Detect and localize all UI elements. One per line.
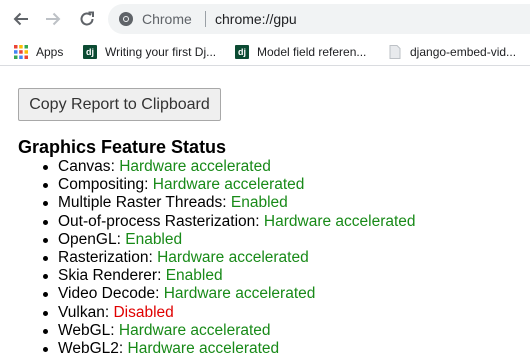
section-title: Graphics Feature Status — [18, 137, 227, 157]
bookmark-label: Writing your first Dj... — [105, 45, 217, 59]
bookmark-label: Apps — [36, 45, 64, 59]
feature-status-list: Canvas: Hardware accelerated Compositing… — [43, 158, 416, 358]
feature-name: Vulkan — [58, 303, 105, 321]
bookmark-model-field-reference[interactable]: dj Model field referen... — [235, 44, 366, 60]
feature-status: Hardware accelerated — [127, 339, 280, 357]
feature-item-oop-rasterization: Out-of-process Rasterization: Hardware a… — [43, 212, 416, 230]
bookmark-label: django-embed-vid... — [410, 45, 517, 59]
browser-toolbar: Chrome chrome://gpu — [0, 0, 530, 38]
bookmark-apps[interactable]: Apps — [14, 44, 63, 60]
feature-status: Hardware accelerated — [263, 212, 416, 230]
feature-status: Hardware accelerated — [152, 176, 305, 194]
arrow-right-icon — [46, 12, 61, 26]
address-bar[interactable]: Chrome chrome://gpu — [108, 4, 530, 34]
feature-item-canvas: Canvas: Hardware accelerated — [43, 158, 416, 176]
feature-name: OpenGL — [58, 230, 117, 248]
forward-button[interactable] — [40, 6, 66, 32]
feature-item-compositing: Compositing: Hardware accelerated — [43, 176, 416, 194]
feature-item-video-decode: Video Decode: Hardware accelerated — [43, 285, 416, 303]
feature-status: Enabled — [230, 194, 288, 212]
arrow-left-icon — [13, 12, 28, 26]
site-chip-label: Chrome — [142, 11, 192, 27]
feature-item-multiple-raster-threads: Multiple Raster Threads: Enabled — [43, 194, 416, 212]
page-icon — [389, 45, 401, 59]
feature-status: Hardware accelerated — [157, 248, 309, 266]
copy-report-button[interactable]: Copy Report to Clipboard — [18, 88, 221, 121]
feature-name: Compositing — [58, 176, 145, 194]
feature-name: Rasterization — [58, 248, 149, 266]
feature-status: Hardware accelerated — [163, 285, 316, 303]
reload-button[interactable] — [74, 6, 100, 32]
feature-item-vulkan: Vulkan: Disabled — [43, 303, 416, 322]
bookmark-writing-first-django[interactable]: dj Writing your first Dj... — [83, 44, 216, 60]
bookmark-label: Model field referen... — [257, 45, 367, 59]
feature-name: Canvas — [58, 158, 111, 175]
bookmarks-bar: Apps dj Writing your first Dj... dj Mode… — [0, 38, 530, 66]
feature-name: Skia Renderer — [58, 267, 158, 285]
feature-item-opengl: OpenGL: Enabled — [43, 230, 416, 249]
reload-icon — [80, 11, 94, 26]
feature-name: Video Decode — [58, 285, 156, 303]
feature-name: WebGL2 — [58, 339, 119, 357]
url-text[interactable]: chrome://gpu — [215, 11, 297, 27]
django-icon: dj — [83, 45, 97, 59]
feature-name: Out-of-process Rasterization — [58, 212, 256, 230]
apps-grid-icon — [14, 45, 28, 59]
django-icon: dj — [235, 45, 249, 59]
back-button[interactable] — [8, 6, 34, 32]
omnibox-separator — [205, 11, 206, 27]
feature-item-webgl2: WebGL2: Hardware accelerated — [43, 339, 416, 358]
feature-status: Hardware accelerated — [119, 158, 271, 175]
chrome-site-icon[interactable] — [118, 11, 134, 27]
feature-status: Hardware accelerated — [118, 321, 271, 339]
feature-status: Enabled — [125, 230, 183, 248]
feature-item-webgl: WebGL: Hardware accelerated — [43, 321, 416, 340]
feature-name: Multiple Raster Threads — [58, 194, 223, 212]
feature-item-rasterization: Rasterization: Hardware accelerated — [43, 248, 416, 267]
feature-item-skia-renderer: Skia Renderer: Enabled — [43, 267, 416, 285]
feature-name: WebGL — [58, 321, 111, 339]
feature-status: Enabled — [165, 267, 223, 285]
feature-status: Disabled — [113, 303, 174, 321]
bookmark-django-embed-video[interactable]: django-embed-vid... — [388, 44, 516, 60]
